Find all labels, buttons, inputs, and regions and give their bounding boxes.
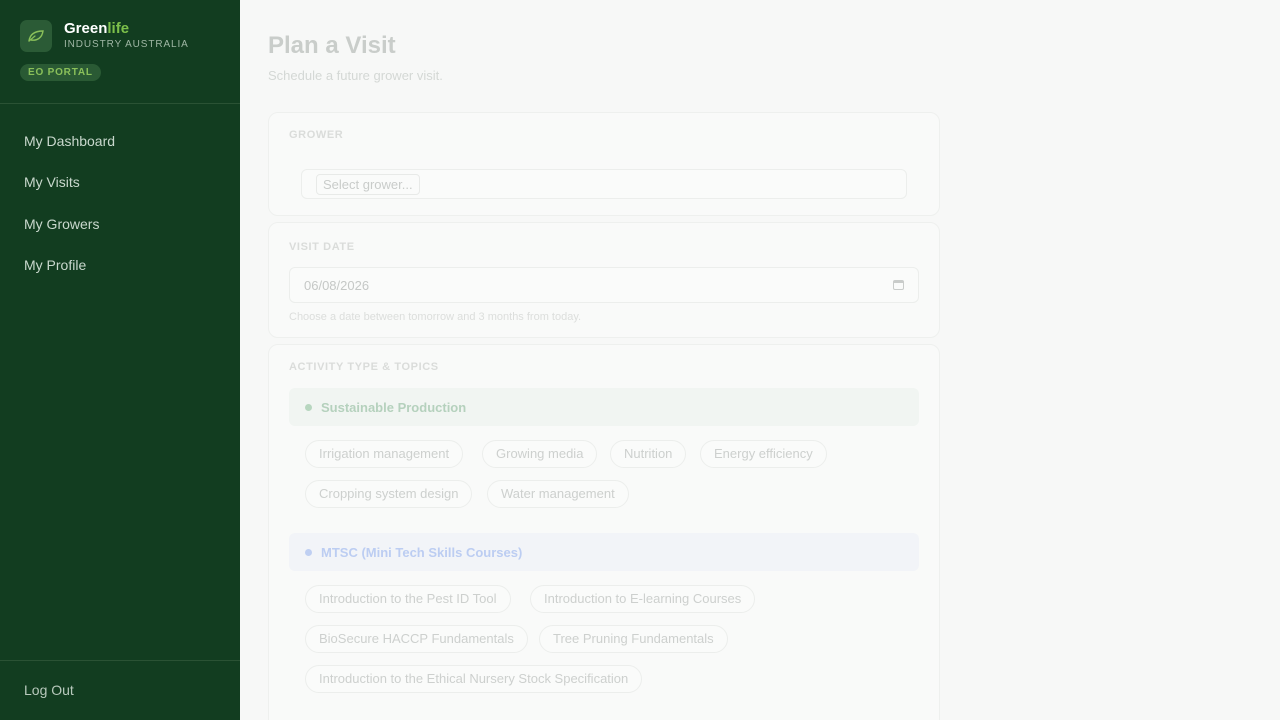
visit-date-hint: Choose a date between tomorrow and 3 mon… — [289, 311, 582, 323]
calendar-icon[interactable] — [893, 280, 904, 290]
visit-date-value: 06/08/2026 — [304, 278, 370, 293]
topic-chip[interactable]: Introduction to the Pest ID Tool — [305, 585, 511, 613]
group-header-mtsc[interactable]: MTSC (Mini Tech Skills Courses) — [289, 533, 919, 571]
nav-item-growers[interactable]: My Growers — [0, 203, 240, 245]
activity-label: ACTIVITY TYPE & TOPICS — [289, 361, 439, 373]
page-subtitle: Schedule a future grower visit. — [268, 68, 443, 83]
topic-chip[interactable]: BioSecure HACCP Fundamentals — [305, 625, 528, 653]
grower-placeholder: Select grower... — [316, 174, 420, 195]
topic-chip[interactable]: Tree Pruning Fundamentals — [539, 625, 728, 653]
grower-select[interactable]: Select grower... — [301, 169, 907, 199]
divider — [0, 103, 240, 104]
grower-card: GROWER Select grower... — [268, 112, 940, 216]
activity-card: ACTIVITY TYPE & TOPICS Sustainable Produ… — [268, 344, 940, 720]
visit-date-input[interactable]: 06/08/2026 — [289, 267, 919, 303]
sidebar: Greenlife INDUSTRY AUSTRALIA EO PORTAL M… — [0, 0, 240, 720]
group-header-sustainable-production[interactable]: Sustainable Production — [289, 388, 919, 426]
group-dot-icon — [305, 403, 312, 411]
brand-subtitle: INDUSTRY AUSTRALIA — [64, 39, 189, 50]
topic-chip[interactable]: Introduction to the Ethical Nursery Stoc… — [305, 665, 643, 693]
brand-name: Greenlife — [64, 20, 130, 37]
topic-chip[interactable]: Introduction to E-learning Courses — [530, 585, 756, 613]
brand[interactable]: Greenlife INDUSTRY AUSTRALIA — [20, 20, 189, 52]
logout-link[interactable]: Log Out — [24, 682, 74, 698]
topic-chip[interactable]: Growing media — [482, 440, 598, 468]
grower-label: GROWER — [289, 129, 344, 141]
group-title: Sustainable Production — [321, 399, 467, 415]
main-content: Plan a Visit Schedule a future grower vi… — [240, 0, 1280, 720]
topic-chip[interactable]: Irrigation management — [305, 440, 464, 468]
group-title: MTSC (Mini Tech Skills Courses) — [321, 544, 523, 560]
visit-date-card: VISIT DATE 06/08/2026 Choose a date betw… — [268, 222, 940, 338]
leaf-icon — [20, 20, 52, 52]
nav-item-profile[interactable]: My Profile — [0, 245, 240, 287]
sidebar-nav: My Dashboard My Visits My Growers My Pro… — [0, 120, 240, 286]
portal-badge: EO PORTAL — [20, 64, 101, 81]
topic-chip[interactable]: Energy efficiency — [700, 440, 827, 468]
group-dot-icon — [305, 548, 312, 556]
topic-chip[interactable]: Water management — [487, 480, 629, 508]
nav-item-dashboard[interactable]: My Dashboard — [0, 120, 240, 162]
nav-item-visits[interactable]: My Visits — [0, 162, 240, 204]
divider — [0, 660, 240, 661]
topic-chip[interactable]: Nutrition — [610, 440, 687, 468]
visit-date-label: VISIT DATE — [289, 241, 355, 253]
topic-chip[interactable]: Cropping system design — [305, 480, 473, 508]
page-title: Plan a Visit — [268, 32, 396, 59]
